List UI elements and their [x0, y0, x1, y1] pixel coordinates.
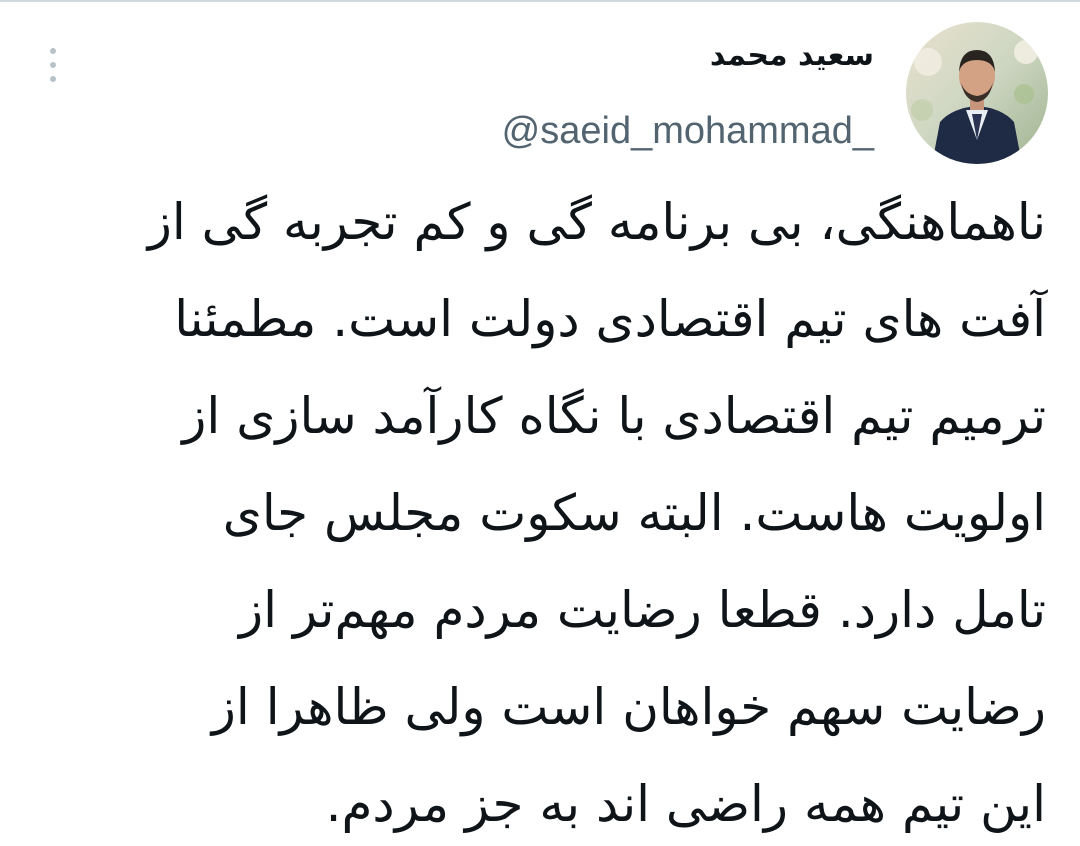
tweet-text-line: ترمیم تیم اقتصادی با نگاه کارآمد سازی از — [182, 387, 1046, 445]
tweet-text-line: این تیم همه راضی اند به جز مردم. — [325, 775, 1046, 833]
tweet-text-line: رضایت سهم خواهان است ولی ظاهرا از — [211, 678, 1046, 736]
author-handle[interactable]: @saeid_mohammad_ — [502, 110, 874, 153]
avatar[interactable] — [906, 22, 1048, 164]
tweet-text-line: تامل دارد. قطعا رضایت مردم مهم‌تر از — [239, 581, 1046, 639]
tweet-text: ناهماهنگی، بی برنامه گی و کم تجربه گی از… — [30, 174, 1046, 846]
more-options-button[interactable] — [40, 42, 66, 88]
tweet-text-line: ناهماهنگی، بی برنامه گی و کم تجربه گی از — [147, 193, 1046, 251]
tweet-text-line: اولویت هاست. البته سکوت مجلس جای — [222, 484, 1046, 542]
author-display-name[interactable]: سعید محمد — [710, 38, 874, 73]
profile-photo — [906, 22, 1048, 164]
top-divider — [0, 0, 1080, 2]
tweet-text-line: آفت های تیم اقتصادی دولت است. مطمئنا — [174, 290, 1046, 348]
